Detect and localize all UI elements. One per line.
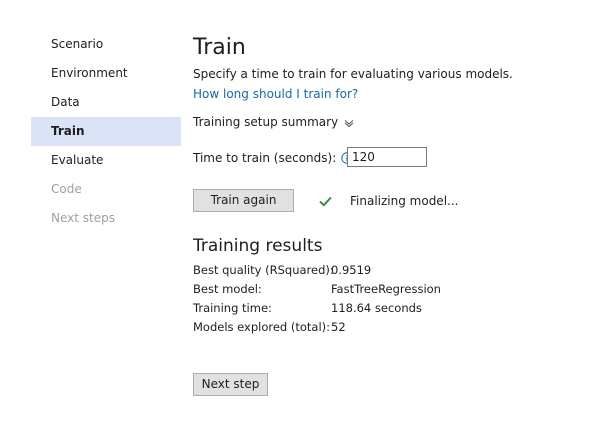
checkmark-icon: [319, 196, 332, 207]
result-label: Best quality (RSquared):: [193, 263, 334, 277]
result-value: 118.64 seconds: [331, 301, 422, 315]
summary-toggle-label: Training setup summary: [193, 115, 339, 129]
time-to-train-input[interactable]: [347, 147, 427, 167]
sidebar-item-data[interactable]: Data: [31, 88, 181, 117]
result-value: 0.9519: [331, 263, 372, 277]
next-step-button[interactable]: Next step: [193, 373, 268, 396]
result-row-best-model: Best model: FastTreeRegression: [193, 280, 441, 299]
training-results-heading: Training results: [193, 236, 323, 256]
status-text: Finalizing model...: [350, 194, 459, 208]
result-row-training-time: Training time: 118.64 seconds: [193, 299, 441, 318]
result-value: 52: [331, 320, 346, 334]
sidebar-item-scenario[interactable]: Scenario: [31, 30, 181, 59]
page: Scenario Environment Data Train Evaluate…: [0, 0, 590, 432]
training-setup-summary-toggle[interactable]: Training setup summary: [193, 114, 354, 130]
sidebar-item-code: Code: [51, 182, 82, 196]
time-to-train-row: Time to train (seconds):: [193, 147, 353, 169]
train-again-button[interactable]: Train again: [193, 189, 294, 212]
result-label: Training time:: [193, 301, 272, 315]
sidebar: Scenario Environment Data Train Evaluate…: [31, 30, 181, 233]
sidebar-item-next-steps: Next steps: [51, 211, 115, 225]
chevron-down-icon: [344, 120, 354, 127]
main-panel: Train Specify a time to train for evalua…: [193, 0, 573, 432]
sidebar-item-evaluate[interactable]: Evaluate: [31, 146, 181, 175]
sidebar-item-environment[interactable]: Environment: [31, 59, 181, 88]
result-row-models-explored: Models explored (total): 52: [193, 318, 441, 337]
training-status: Finalizing model...: [319, 192, 458, 210]
result-label: Best model:: [193, 282, 262, 296]
time-to-train-label: Time to train (seconds):: [193, 151, 337, 165]
help-link[interactable]: How long should I train for?: [193, 86, 358, 102]
page-subtitle: Specify a time to train for evaluating v…: [193, 67, 513, 81]
sidebar-item-train[interactable]: Train: [31, 117, 181, 146]
page-title: Train: [193, 35, 246, 60]
training-results-table: Best quality (RSquared): 0.9519 Best mod…: [193, 261, 441, 337]
result-label: Models explored (total):: [193, 320, 331, 334]
result-value: FastTreeRegression: [331, 282, 441, 296]
result-row-best-quality: Best quality (RSquared): 0.9519: [193, 261, 441, 280]
